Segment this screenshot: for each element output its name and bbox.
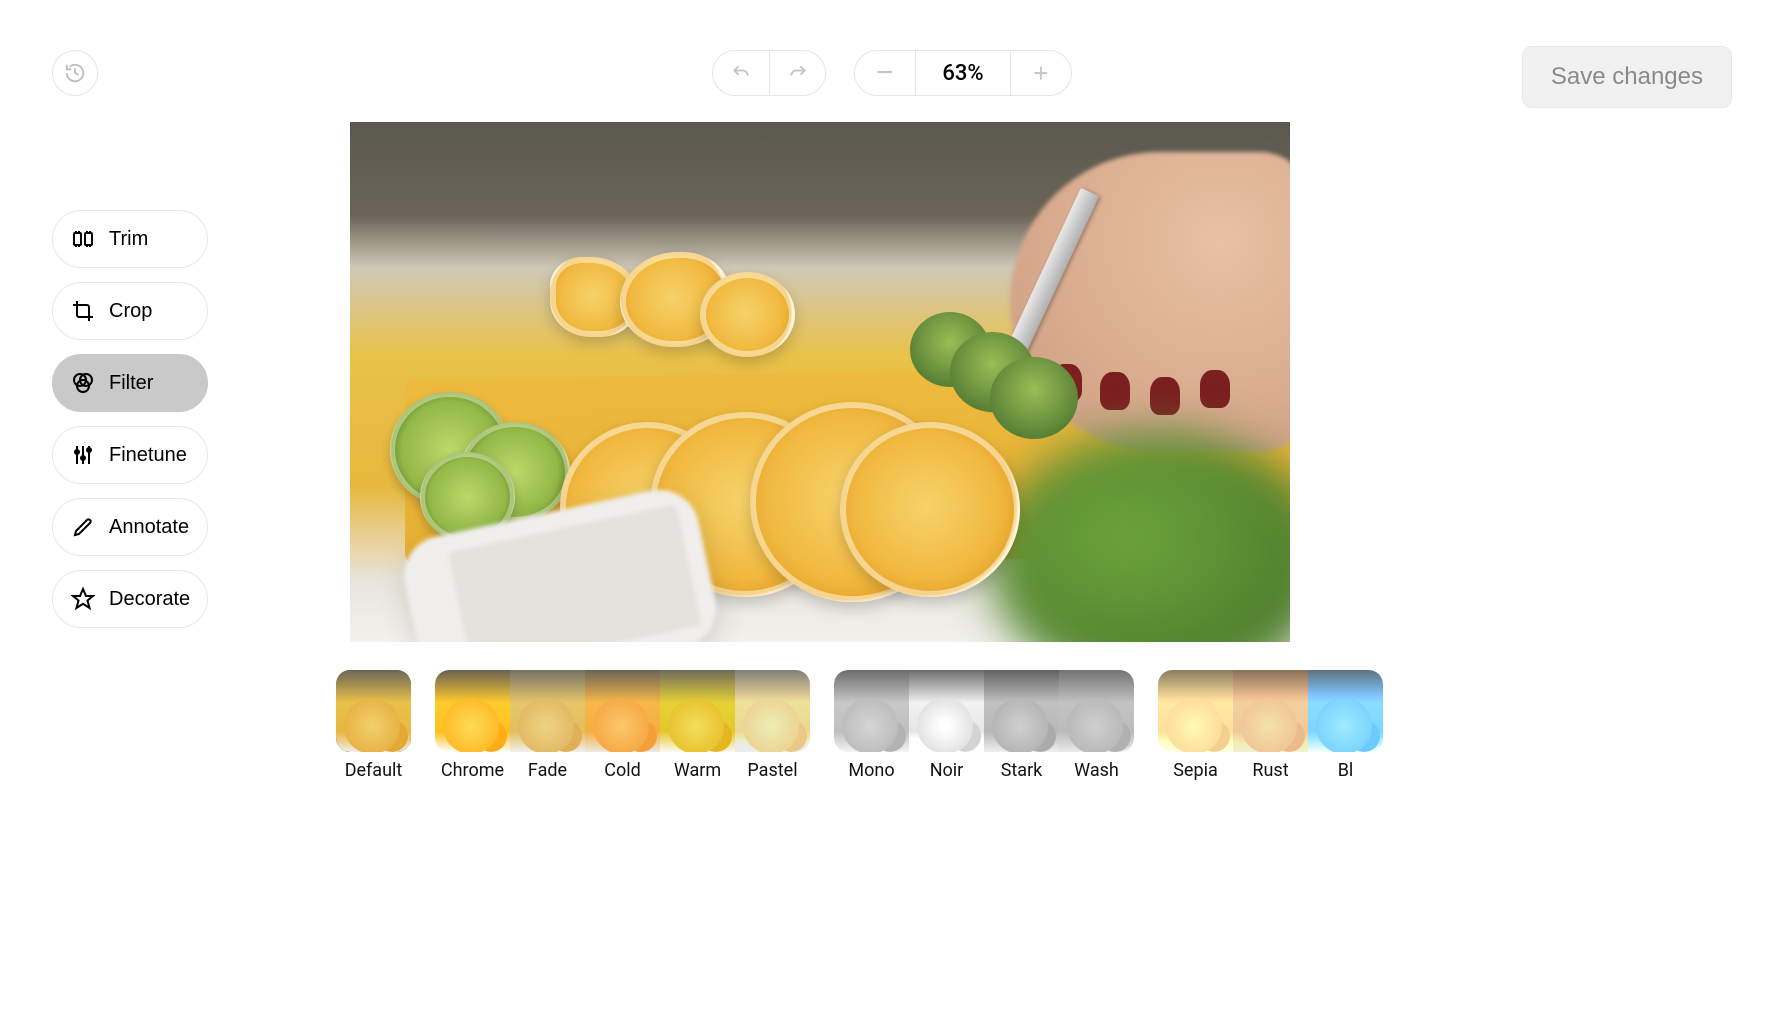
- redo-icon: [788, 63, 808, 83]
- undo-redo-group: [712, 50, 826, 96]
- filter-label: Noir: [930, 760, 964, 781]
- filter-label: Mono: [848, 760, 894, 781]
- top-controls: − 63% +: [712, 50, 1072, 96]
- filter-mono[interactable]: Mono: [834, 670, 909, 781]
- tool-label: Crop: [109, 300, 152, 323]
- tool-filter[interactable]: Filter: [52, 354, 208, 412]
- filter-thumbnail: [1308, 670, 1383, 752]
- filter-rust[interactable]: Rust: [1233, 670, 1308, 781]
- editor-canvas[interactable]: [350, 122, 1290, 642]
- filter-warm[interactable]: Warm: [660, 670, 735, 781]
- tool-label: Decorate: [109, 588, 190, 611]
- tool-crop[interactable]: Crop: [52, 282, 208, 340]
- tool-label: Filter: [109, 372, 153, 395]
- finetune-icon: [71, 443, 95, 467]
- zoom-group: − 63% +: [854, 50, 1072, 96]
- tool-annotate[interactable]: Annotate: [52, 498, 208, 556]
- tool-decorate[interactable]: Decorate: [52, 570, 208, 628]
- history-icon: [64, 62, 86, 84]
- filter-cold[interactable]: Cold: [585, 670, 660, 781]
- redo-button[interactable]: [769, 51, 825, 95]
- filter-thumbnail: [1158, 670, 1233, 752]
- tool-label: Finetune: [109, 444, 187, 467]
- filter-wash[interactable]: Wash: [1059, 670, 1134, 781]
- filter-default[interactable]: Default: [336, 670, 411, 781]
- filter-label: Stark: [1001, 760, 1043, 781]
- filter-thumbnail: [1233, 670, 1308, 752]
- filter-label: Pastel: [747, 760, 797, 781]
- filter-group: Mono Noir Stark Wash: [834, 670, 1134, 781]
- tool-finetune[interactable]: Finetune: [52, 426, 208, 484]
- filter-group: Chrome Fade Cold Warm Pastel: [435, 670, 810, 781]
- filter-fade[interactable]: Fade: [510, 670, 585, 781]
- filter-thumbnail: [435, 670, 510, 752]
- filter-thumbnail: [510, 670, 585, 752]
- filter-label: Chrome: [441, 760, 504, 781]
- history-button[interactable]: [52, 50, 98, 96]
- filter-thumbnail: [585, 670, 660, 752]
- filter-label: Rust: [1252, 760, 1288, 781]
- filter-thumbnail: [834, 670, 909, 752]
- filter-thumbnail: [660, 670, 735, 752]
- filter-label: Cold: [604, 760, 641, 781]
- filter-sepia[interactable]: Sepia: [1158, 670, 1233, 781]
- undo-icon: [731, 63, 751, 83]
- crop-icon: [71, 299, 95, 323]
- filter-strip: Default Chrome Fade Cold Warm Pastel Mono Noir S…: [336, 670, 1784, 781]
- tool-label: Annotate: [109, 516, 189, 539]
- filter-label: Warm: [674, 760, 721, 781]
- filter-label: Default: [345, 760, 403, 781]
- filter-label: Sepia: [1173, 760, 1218, 781]
- filter-group: Default: [336, 670, 411, 781]
- tool-trim[interactable]: Trim: [52, 210, 208, 268]
- filter-thumbnail: [735, 670, 810, 752]
- canvas-image: [350, 122, 1290, 642]
- filter-pastel[interactable]: Pastel: [735, 670, 810, 781]
- zoom-in-button[interactable]: +: [1011, 51, 1071, 95]
- filter-noir[interactable]: Noir: [909, 670, 984, 781]
- zoom-out-button[interactable]: −: [855, 51, 915, 95]
- filter-group: Sepia Rust Bl: [1158, 670, 1383, 781]
- filter-thumbnail: [1059, 670, 1134, 752]
- filter-bl[interactable]: Bl: [1308, 670, 1383, 781]
- filter-thumbnail: [984, 670, 1059, 752]
- decorate-icon: [71, 587, 95, 611]
- filter-label: Fade: [528, 760, 567, 781]
- undo-button[interactable]: [713, 51, 769, 95]
- filter-chrome[interactable]: Chrome: [435, 670, 510, 781]
- filter-icon: [71, 371, 95, 395]
- filter-thumbnail: [909, 670, 984, 752]
- filter-stark[interactable]: Stark: [984, 670, 1059, 781]
- annotate-icon: [71, 515, 95, 539]
- trim-icon: [71, 227, 95, 251]
- tool-sidebar: Trim Crop Filter Finetune Annotate Decor…: [52, 210, 208, 628]
- zoom-level: 63%: [915, 51, 1011, 95]
- filter-label: Bl: [1338, 760, 1354, 781]
- filter-label: Wash: [1074, 760, 1119, 781]
- save-changes-button[interactable]: Save changes: [1522, 46, 1732, 108]
- filter-thumbnail: [336, 670, 411, 752]
- tool-label: Trim: [109, 228, 148, 251]
